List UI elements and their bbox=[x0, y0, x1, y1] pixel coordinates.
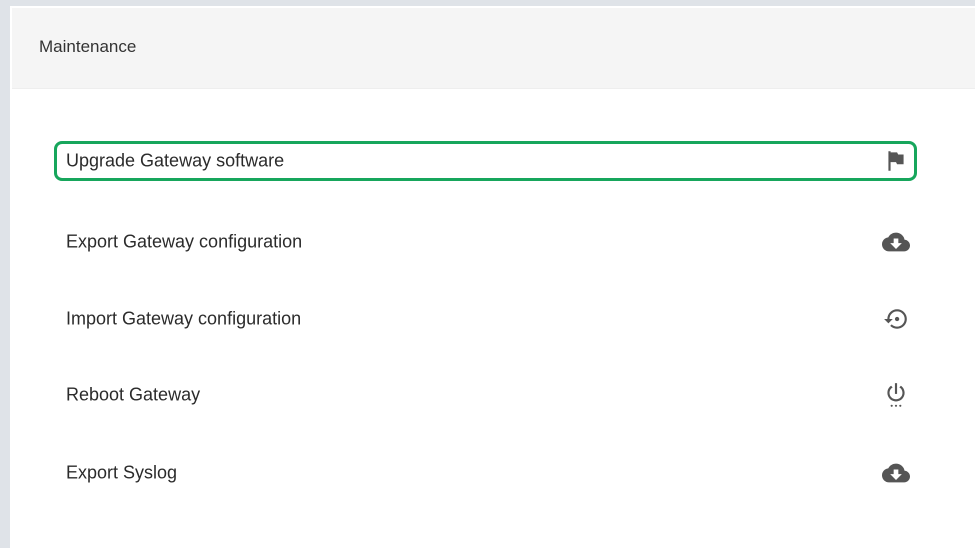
cloud-download-icon bbox=[881, 458, 911, 488]
menu-item-label: Upgrade Gateway software bbox=[66, 150, 285, 171]
menu-item-export-configuration[interactable]: Export Gateway configuration bbox=[54, 222, 917, 262]
menu-item-export-syslog[interactable]: Export Syslog bbox=[54, 453, 917, 493]
cloud-download-icon bbox=[881, 227, 911, 257]
maintenance-screen: Maintenance Upgrade Gateway software Exp… bbox=[0, 0, 975, 548]
menu-item-reboot-gateway[interactable]: Reboot Gateway bbox=[54, 375, 917, 415]
maintenance-card: Maintenance Upgrade Gateway software Exp… bbox=[12, 8, 975, 548]
menu-item-import-configuration[interactable]: Import Gateway configuration bbox=[54, 299, 917, 339]
menu-item-label: Reboot Gateway bbox=[66, 384, 201, 405]
left-border bbox=[0, 0, 10, 548]
menu-item-label: Export Syslog bbox=[66, 462, 178, 483]
card-header: Maintenance bbox=[12, 8, 975, 89]
power-icon bbox=[881, 380, 911, 410]
flag-icon bbox=[881, 146, 911, 176]
menu-item-label: Export Gateway configuration bbox=[66, 231, 303, 252]
top-border bbox=[0, 0, 975, 6]
card-title: Maintenance bbox=[39, 37, 137, 56]
menu-item-upgrade-software[interactable]: Upgrade Gateway software bbox=[54, 141, 917, 181]
menu-item-label: Import Gateway configuration bbox=[66, 308, 302, 329]
restore-icon bbox=[881, 304, 911, 334]
